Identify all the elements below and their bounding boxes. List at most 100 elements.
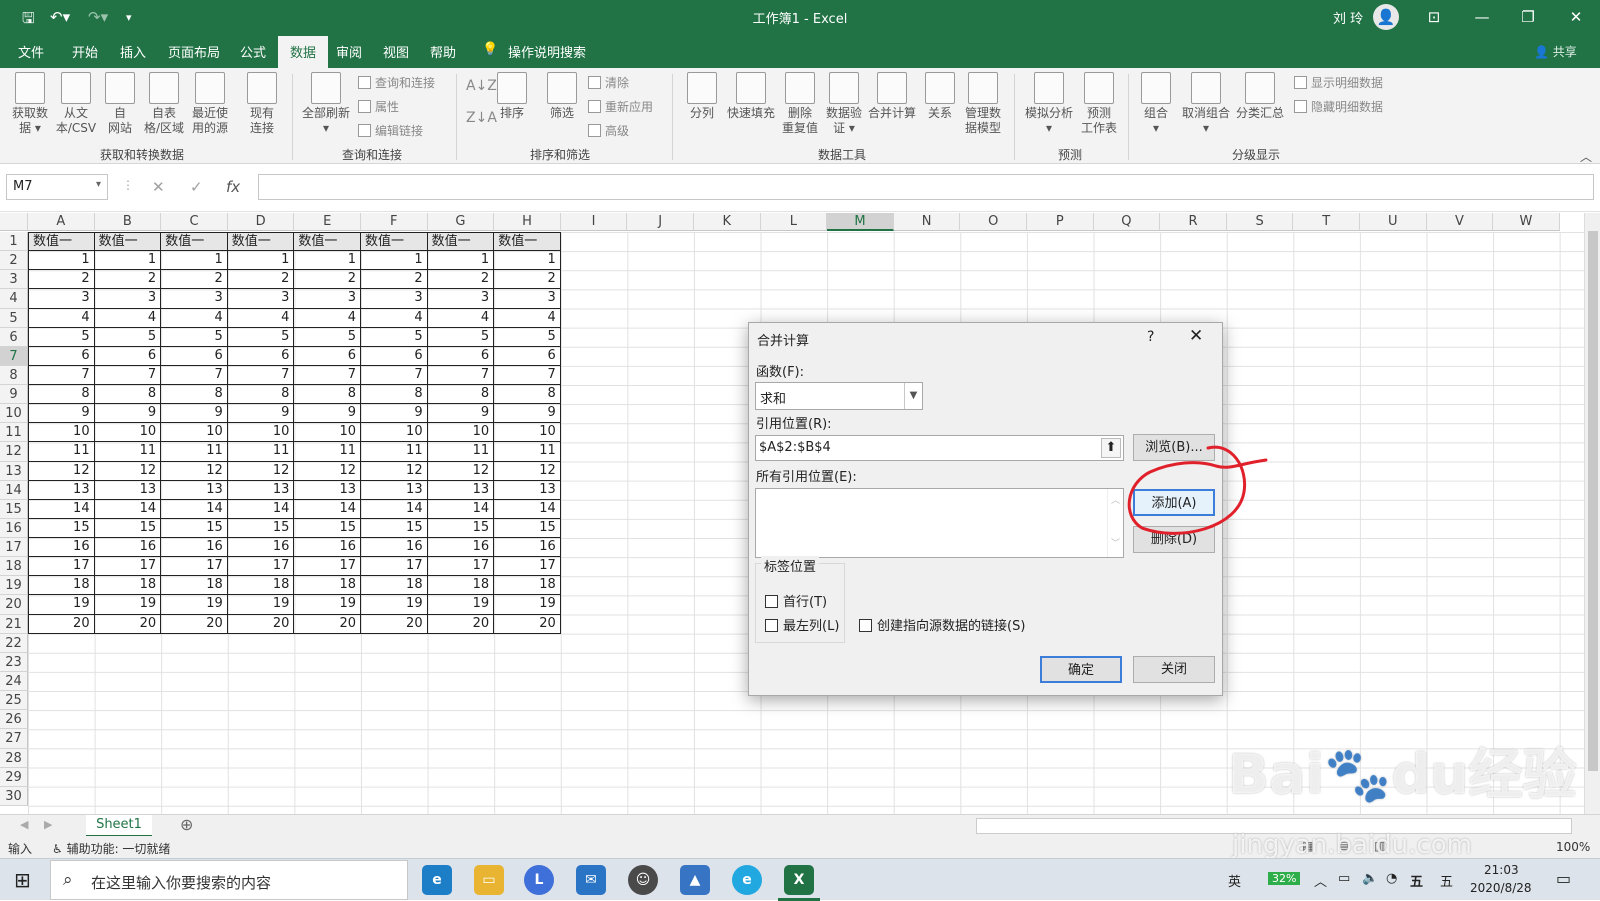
reference-input[interactable]: $A$2:$B$4 ⬆ [755,435,1124,461]
sort-descending-icon[interactable]: Z↓A [466,110,497,126]
insert-function-icon[interactable]: fx [226,178,240,196]
data-cell[interactable]: 6 [294,346,361,366]
column-header[interactable]: W [1493,213,1560,231]
data-cell[interactable]: 2 [227,270,295,290]
flash-fill-button[interactable]: 快速填充 [724,72,778,121]
data-cell[interactable]: 5 [227,327,295,347]
row-header[interactable]: 16 [0,518,28,539]
data-cell[interactable]: 2 [494,270,561,290]
header-cell[interactable]: 数值一 [494,232,561,252]
row-header[interactable]: 24 [0,671,28,692]
data-cell[interactable]: 7 [427,365,495,386]
what-if-analysis-button[interactable]: 模拟分析 ▾ [1022,72,1076,136]
column-header[interactable]: Q [1093,213,1161,231]
taskbar-search[interactable]: ⌕ 在这里输入你要搜索的内容 [50,860,408,900]
data-cell[interactable]: 8 [427,385,495,405]
data-cell[interactable]: 13 [161,480,228,500]
column-header[interactable]: L [760,213,828,231]
data-cell[interactable]: 18 [94,576,162,596]
consolidate-button[interactable]: 合并计算 [866,72,918,121]
sort-ascending-icon[interactable]: A↓Z [466,78,497,94]
data-cell[interactable]: 18 [161,576,228,596]
ie-icon[interactable]: e [732,865,762,895]
sheet-tab-sheet1[interactable]: Sheet1 [86,815,152,837]
row-header[interactable]: 22 [0,633,28,653]
data-cell[interactable]: 15 [427,518,495,539]
data-cell[interactable]: 7 [161,365,228,386]
filter-button[interactable]: 筛选 [544,72,580,121]
data-cell[interactable]: 9 [427,404,495,424]
data-cell[interactable]: 7 [361,365,428,386]
column-header[interactable]: M [827,213,894,231]
battery-icon[interactable]: ▭ [1338,871,1350,886]
column-header[interactable]: P [1027,213,1094,231]
data-cell[interactable]: 5 [28,327,95,347]
row-header[interactable]: 5 [0,308,28,328]
excel-taskbar-icon[interactable]: X [784,865,814,895]
share-button[interactable]: 👤 共享 [1534,43,1577,60]
data-cell[interactable]: 13 [94,480,162,500]
column-header[interactable]: C [161,213,228,231]
data-cell[interactable]: 3 [427,289,495,309]
edit-links-button[interactable]: 编辑链接 [358,122,423,139]
data-cell[interactable]: 15 [94,518,162,539]
data-cell[interactable]: 7 [28,365,95,386]
column-header[interactable]: R [1160,213,1227,231]
row-header[interactable]: 14 [0,480,28,500]
row-header[interactable]: 30 [0,786,28,806]
data-cell[interactable]: 10 [494,423,561,443]
data-cell[interactable]: 15 [494,518,561,539]
data-cell[interactable]: 15 [227,518,295,539]
row-header[interactable]: 18 [0,557,28,577]
close-window-icon[interactable]: ✕ [1556,4,1596,30]
data-cell[interactable]: 4 [94,308,162,328]
data-cell[interactable]: 4 [494,308,561,328]
row-header[interactable]: 9 [0,385,28,405]
subtotal-button[interactable]: 分类汇总 [1234,72,1286,121]
forecast-sheet-button[interactable]: 预测 工作表 [1076,72,1122,136]
data-cell[interactable]: 12 [494,461,561,481]
data-cell[interactable]: 16 [361,538,428,558]
from-web-button[interactable]: 自 网站 [100,72,140,136]
data-cell[interactable]: 12 [427,461,495,481]
ungroup-button[interactable]: 取消组合 ▾ [1178,72,1234,136]
data-cell[interactable]: 4 [227,308,295,328]
data-cell[interactable]: 20 [227,614,295,634]
data-cell[interactable]: 19 [227,595,295,615]
data-cell[interactable]: 12 [161,461,228,481]
data-cell[interactable]: 14 [161,499,228,519]
data-cell[interactable]: 8 [94,385,162,405]
data-cell[interactable]: 19 [28,595,95,615]
data-cell[interactable]: 20 [361,614,428,634]
column-header[interactable]: U [1360,213,1427,231]
formula-input[interactable] [258,174,1594,200]
group-button[interactable]: 组合 ▾ [1136,72,1176,136]
close-icon[interactable]: ✕ [1189,326,1203,346]
data-cell[interactable]: 12 [294,461,361,481]
row-header[interactable]: 28 [0,748,28,768]
data-cell[interactable]: 9 [294,404,361,424]
minimize-icon[interactable]: — [1462,4,1502,30]
data-cell[interactable]: 4 [28,308,95,328]
data-cell[interactable]: 15 [361,518,428,539]
header-cell[interactable]: 数值一 [427,232,495,252]
data-cell[interactable]: 17 [227,557,295,577]
data-cell[interactable]: 12 [28,461,95,481]
get-data-button[interactable]: 获取数 据 ▾ [8,72,52,136]
data-cell[interactable]: 5 [427,327,495,347]
collapse-ribbon-icon[interactable]: ︿ [1580,148,1592,165]
row-header[interactable]: 6 [0,327,28,347]
data-cell[interactable]: 3 [494,289,561,309]
row-header[interactable]: 20 [0,595,28,615]
avatar[interactable]: 👤 [1373,4,1399,30]
data-cell[interactable]: 11 [161,442,228,462]
data-cell[interactable]: 1 [294,251,361,271]
data-cell[interactable]: 18 [294,576,361,596]
row-header[interactable]: 2 [0,251,28,271]
data-cell[interactable]: 10 [294,423,361,443]
data-cell[interactable]: 20 [294,614,361,634]
data-cell[interactable]: 18 [427,576,495,596]
column-header[interactable]: S [1226,213,1294,231]
tab-page-layout[interactable]: 页面布局 [168,42,220,61]
row-header[interactable]: 29 [0,767,28,787]
